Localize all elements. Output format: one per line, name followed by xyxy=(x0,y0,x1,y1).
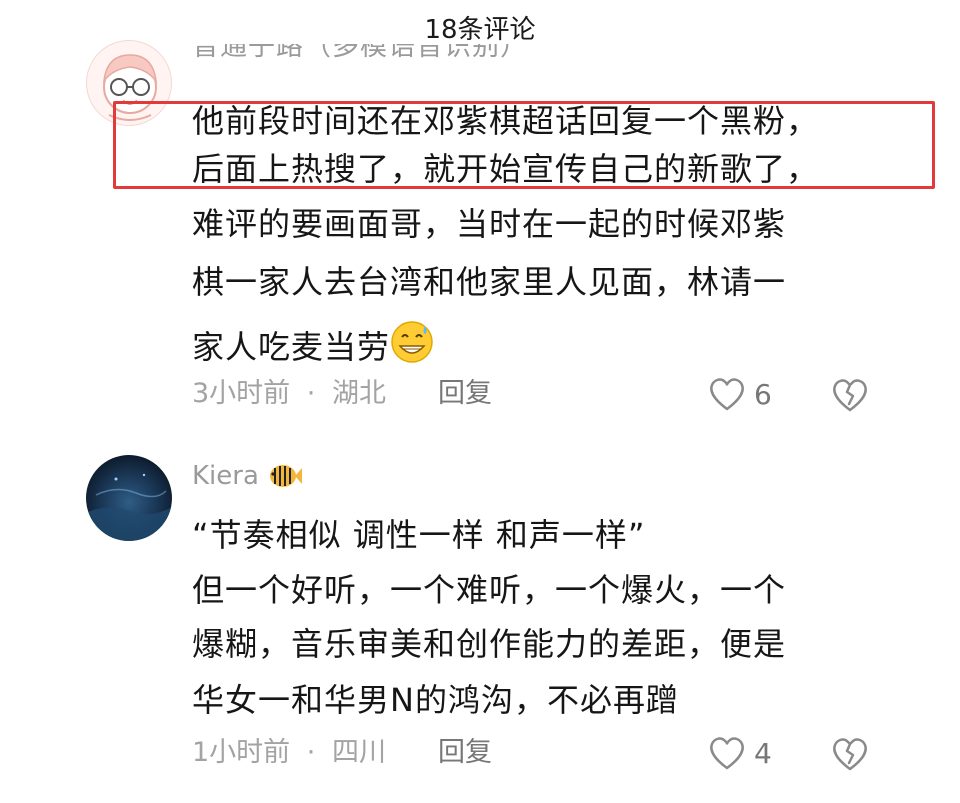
like-count: 6 xyxy=(754,377,772,411)
comment-text-line: 难评的要画面哥，当时在一起的时候邓紫 xyxy=(192,205,787,243)
grinning-sweat-emoji-icon xyxy=(390,320,434,373)
meta-separator: · xyxy=(306,378,316,409)
reply-button[interactable]: 回复 xyxy=(438,735,492,771)
comment-text-line: 华女一和华男N的鸿沟，不必再蹭 xyxy=(192,681,679,719)
comment-meta: 1小时前 · 四川 xyxy=(192,735,386,771)
comment-text-line: 但一个好听，一个难听，一个爆火，一个 xyxy=(192,571,787,609)
like-button[interactable]: 4 xyxy=(708,733,772,773)
comment-time: 1小时前 xyxy=(192,737,291,768)
comment-meta: 3小时前 · 湖北 xyxy=(192,376,386,412)
avatar[interactable] xyxy=(86,455,172,541)
dark-ocean-avatar-icon xyxy=(86,455,172,541)
comment-text-line-with-emoji: 家人吃麦当劳 xyxy=(192,320,434,373)
heart-icon xyxy=(710,378,744,411)
avatar[interactable] xyxy=(86,40,172,126)
heart-icon xyxy=(710,737,744,770)
like-button[interactable]: 6 xyxy=(708,374,772,414)
fish-badge-icon xyxy=(267,462,303,499)
comment-text-line: 后面上热搜了，就开始宣传自己的新歌了， xyxy=(192,150,820,188)
comment-text-line: 棋一家人去台湾和他家里人见面，林请一 xyxy=(192,263,787,301)
comment-text-line: 他前段时间还在邓紫棋超话回复一个黑粉， xyxy=(192,102,820,140)
comment-username[interactable]: 普通子路（多模语音识别） xyxy=(192,44,612,66)
broken-heart-icon[interactable] xyxy=(830,735,870,775)
comment-location: 湖北 xyxy=(331,378,386,409)
like-count: 4 xyxy=(754,736,772,770)
comment-text-line: 爆糊，音乐审美和创作能力的差距，便是 xyxy=(192,625,787,663)
broken-heart-icon[interactable] xyxy=(830,376,870,416)
comment-time: 3小时前 xyxy=(192,378,291,409)
comment-text-line: “节奏相似 调性一样 和声一样” xyxy=(192,516,646,554)
comment-username[interactable]: Kiera xyxy=(192,459,303,499)
reply-button[interactable]: 回复 xyxy=(438,376,492,412)
cartoon-girl-avatar-icon xyxy=(102,54,158,121)
comment-location: 四川 xyxy=(331,737,386,768)
meta-separator: · xyxy=(306,737,316,768)
